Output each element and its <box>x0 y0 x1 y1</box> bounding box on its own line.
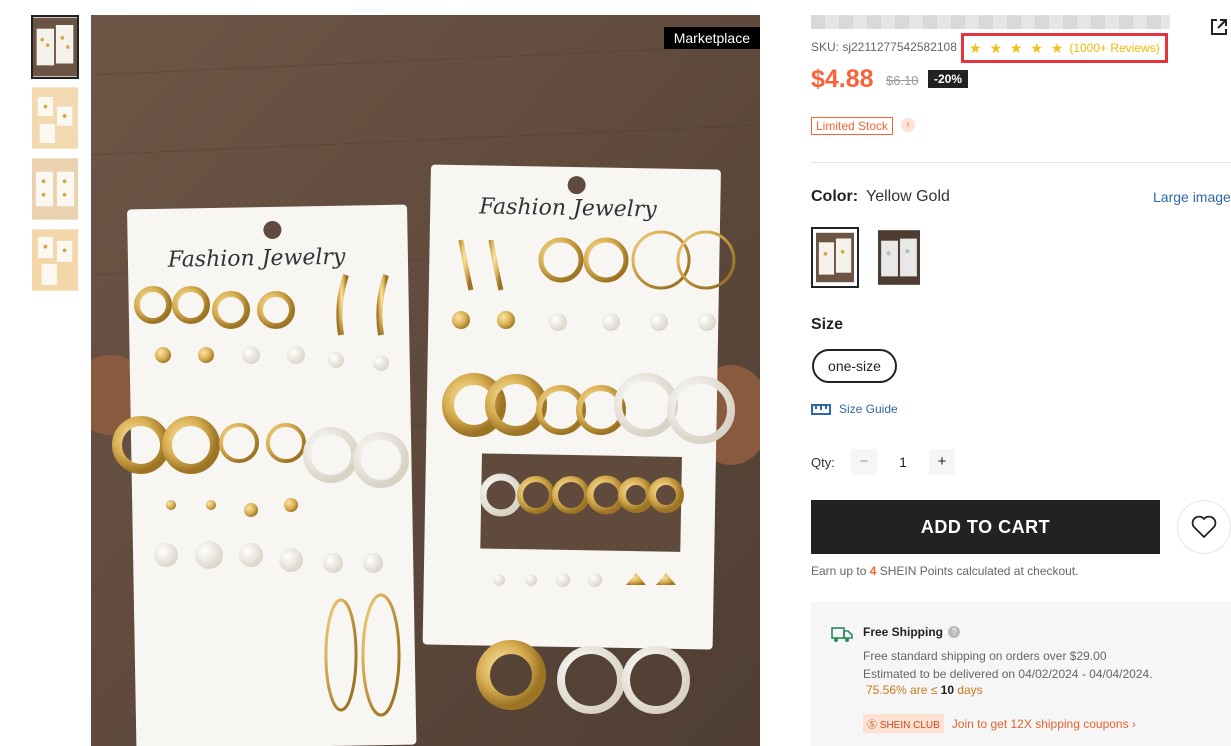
shipping-days-num: 10 <box>940 683 954 697</box>
color-label: Color: <box>811 188 859 205</box>
product-sku: SKU: sj2211277542582108 <box>811 40 957 54</box>
size-label: Size <box>811 316 844 333</box>
thumbnail-3[interactable] <box>31 157 79 221</box>
star-rating-icon: ★ ★ ★ ★ ★ <box>969 39 1066 56</box>
marketplace-badge: Marketplace <box>663 27 760 49</box>
points-info: Earn up to 4 SHEIN Points calculated at … <box>811 564 1079 578</box>
quantity-increase-button[interactable]: + <box>929 449 955 475</box>
quantity-value[interactable]: 1 <box>877 454 929 470</box>
points-suffix: SHEIN Points calculated at checkout. <box>876 564 1079 578</box>
divider <box>811 162 1231 163</box>
shein-club-link[interactable]: Ⓢ SHEIN CLUB Join to get 12X shipping co… <box>863 714 1136 733</box>
shein-club-badge: Ⓢ SHEIN CLUB <box>863 714 944 733</box>
limited-stock-badge: Limited Stock <box>811 117 894 135</box>
add-to-cart-button[interactable]: ADD TO CART <box>811 500 1160 554</box>
wishlist-button[interactable] <box>1177 500 1231 554</box>
heart-icon <box>1191 515 1217 538</box>
color-swatch-yellow-gold[interactable] <box>811 227 859 288</box>
thumbnail-1[interactable] <box>31 15 79 79</box>
share-icon[interactable] <box>1209 17 1229 37</box>
earrings-photo: Fashion Jewelry Fashion Jewelry <box>91 15 760 746</box>
free-shipping-title: Free Shipping <box>863 625 944 639</box>
points-prefix: Earn up to <box>811 564 870 578</box>
reviews-count: (1000+ Reviews) <box>1069 41 1160 55</box>
size-guide-link[interactable]: Size Guide <box>811 402 898 416</box>
shipping-panel: Free Shipping ? Free standard shipping o… <box>811 602 1231 746</box>
original-price: $6.10 <box>886 73 919 88</box>
chevron-right-icon[interactable]: › <box>901 118 915 132</box>
product-info-panel: SKU: sj2211277542582108 ★ ★ ★ ★ ★ (1000+… <box>811 0 1231 746</box>
color-swatch-silver[interactable] <box>875 227 923 288</box>
shipping-speed-text: 75.56% are ≤ 10 days <box>866 683 983 697</box>
quantity-decrease-button[interactable]: − <box>851 449 877 475</box>
shipping-pct: 75.56% are ≤ <box>866 683 941 697</box>
discount-badge: -20% <box>928 70 969 88</box>
thumbnail-strip <box>31 15 81 299</box>
thumbnail-4[interactable] <box>31 228 79 292</box>
ruler-icon <box>811 404 831 415</box>
large-image-link[interactable]: Large image <box>1153 189 1231 205</box>
shein-club-text: Join to get 12X shipping coupons › <box>951 716 1136 731</box>
sale-price: $4.88 <box>811 65 874 93</box>
reviews-summary[interactable]: ★ ★ ★ ★ ★ (1000+ Reviews) <box>961 33 1168 63</box>
color-value: Yellow Gold <box>866 188 950 205</box>
thumbnail-2[interactable] <box>31 86 79 150</box>
size-guide-label: Size Guide <box>839 402 898 416</box>
quantity-label: Qty: <box>811 455 835 470</box>
help-icon[interactable]: ? <box>948 626 960 638</box>
card-title-left: Fashion Jewelry <box>167 245 346 273</box>
card-title-right: Fashion Jewelry <box>478 194 657 222</box>
size-option-one-size[interactable]: one-size <box>812 349 897 383</box>
shipping-standard-text: Free standard shipping on orders over $2… <box>863 649 1107 663</box>
quantity-stepper: − 1 + <box>851 449 955 475</box>
truck-icon <box>831 627 853 642</box>
product-title-blurred <box>811 15 1170 29</box>
main-product-image[interactable]: Fashion Jewelry Fashion Jewelry Marketpl… <box>91 15 760 746</box>
shipping-days-word: days <box>954 683 983 697</box>
shipping-estimate-text: Estimated to be delivered on 04/02/2024 … <box>863 667 1153 681</box>
